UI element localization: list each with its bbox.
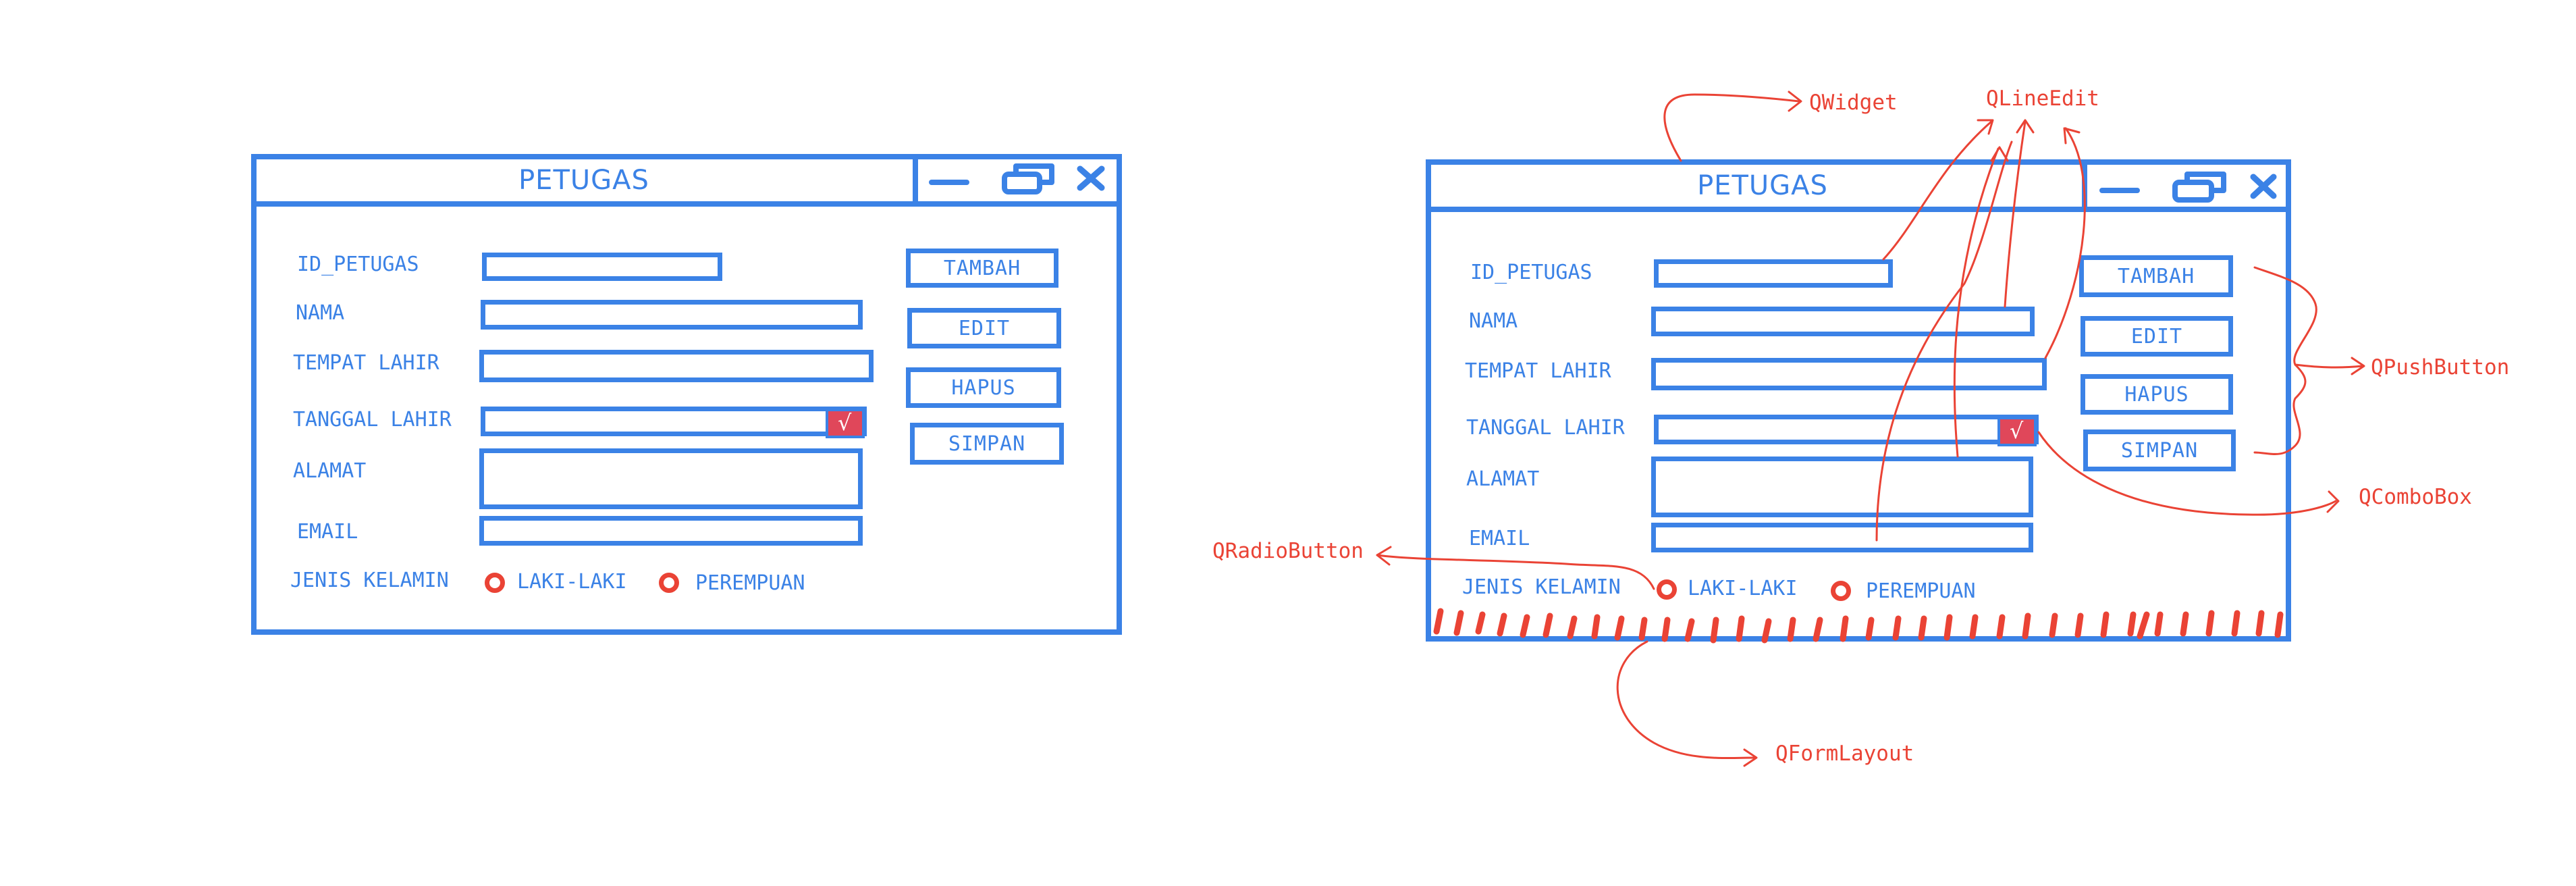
qformlayout-arrow — [1616, 640, 1756, 760]
qwidget-arrow — [1663, 93, 1800, 162]
qcombobox-arrow — [2037, 431, 2337, 516]
qpushbutton-brace — [2253, 266, 2317, 455]
qwidget-annotation: QWidget — [1809, 90, 1898, 115]
qcombobox-annotation: QComboBox — [2359, 485, 2472, 509]
qlineedit-arrow-5 — [1875, 140, 2013, 542]
qlineedit-arrow-1 — [1882, 120, 1993, 261]
annotation-arrows — [1376, 90, 2365, 767]
qlineedit-arrow-4 — [1953, 147, 2000, 458]
qradiobutton-arrow — [1376, 554, 1655, 590]
qlineedit-arrow-3 — [2044, 127, 2086, 359]
qpushbutton-annotation: QPushButton — [2371, 355, 2510, 380]
qlineedit-annotation: QLineEdit — [1986, 86, 2099, 111]
qpushbutton-arrow — [2294, 363, 2364, 369]
qradiobutton-annotation: QRadioButton — [1212, 539, 1364, 563]
formlayout-hatch — [1433, 608, 2284, 644]
qformlayout-annotation: QFormLayout — [1775, 741, 1914, 766]
